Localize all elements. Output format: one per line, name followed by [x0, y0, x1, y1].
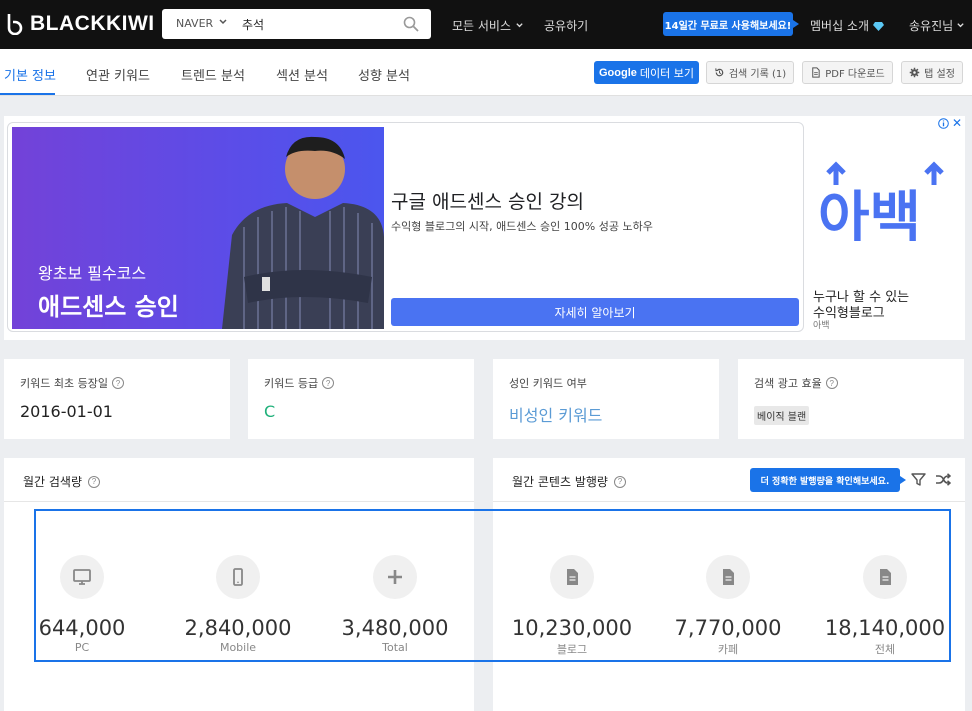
- ad-info-icon[interactable]: [938, 118, 949, 129]
- help-icon[interactable]: ?: [111, 377, 124, 389]
- tab-related-keywords[interactable]: 연관 키워드: [86, 65, 150, 84]
- ad-image-title: 애드센스 승인: [38, 293, 179, 321]
- user-menu[interactable]: 송유진님: [909, 17, 965, 34]
- ad-efficiency-badge: 베이직 블랜: [754, 406, 810, 425]
- card-search-ad-efficiency: 검색 광고 효율? 베이직 블랜: [738, 359, 964, 439]
- membership-link[interactable]: 멤버십 소개: [810, 17, 885, 34]
- pdf-download-button[interactable]: PDF 다운로드: [802, 61, 893, 84]
- ad-card[interactable]: 왕초보 필수코스 애드센스 승인 구글 애드센스 승인 강의 수익형 블로그의 …: [7, 122, 804, 332]
- search-source-select[interactable]: NAVER: [176, 17, 213, 30]
- google-data-label: 데이터 보기: [639, 66, 694, 80]
- user-name: 송유진님: [909, 19, 954, 33]
- ad-title[interactable]: 구글 애드센스 승인 강의: [391, 187, 584, 214]
- card-label: 검색 광고 효율: [754, 377, 822, 390]
- history-icon: [715, 68, 724, 77]
- chevron-down-icon: [957, 23, 964, 28]
- shuffle-icon[interactable]: [935, 472, 951, 487]
- chevron-down-icon: [516, 23, 523, 28]
- accurate-volume-hint[interactable]: 더 정확한 발행량을 확인해보세요.: [750, 468, 906, 492]
- help-icon[interactable]: ?: [322, 377, 335, 389]
- ad-learn-more-button[interactable]: 자세히 알아보기: [391, 298, 799, 326]
- top-bar: BLACKKIWI NAVER 추석 모든 서비스 공유하기 14일간 무료로 …: [0, 0, 972, 49]
- first-appearance-value: 2016-01-01: [20, 402, 113, 421]
- free-trial-badge[interactable]: 14일간 무료로 사용해보세요!: [663, 12, 799, 36]
- panel-title: 월간 검색량: [23, 475, 83, 489]
- chevron-down-icon[interactable]: [218, 17, 228, 27]
- tab-bar: 기본 정보 연관 키워드 트렌드 분석 섹션 분석 성향 분석 Google 데…: [0, 49, 972, 96]
- search-history-label: 검색 기록 (1): [728, 69, 787, 80]
- card-label: 키워드 최초 등장일: [20, 377, 108, 390]
- membership-label: 멤버십 소개: [810, 19, 870, 33]
- selection-highlight-frame: [34, 509, 951, 662]
- logo[interactable]: BLACKKIWI: [6, 12, 155, 36]
- search-bar: NAVER 추석: [162, 9, 431, 39]
- all-services-menu[interactable]: 모든 서비스: [452, 17, 524, 34]
- card-keyword-grade: 키워드 등급? C: [248, 359, 474, 439]
- search-history-button[interactable]: 검색 기록 (1): [706, 61, 794, 84]
- google-data-button[interactable]: Google 데이터 보기: [594, 61, 699, 84]
- tab-basic-info[interactable]: 기본 정보: [4, 65, 56, 84]
- panel-title: 월간 콘텐츠 발행량: [512, 475, 608, 489]
- logo-icon: [7, 14, 23, 35]
- ad-description: 수익형 블로그의 시작, 애드센스 승인 100% 성공 노하우: [391, 220, 653, 233]
- card-adult-keyword: 성인 키워드 여부 비성인 키워드: [493, 359, 719, 439]
- card-label: 성인 키워드 여부: [509, 377, 587, 390]
- search-icon[interactable]: [403, 16, 419, 32]
- ad-side-logo-text: 아백: [818, 186, 921, 241]
- ad-side-source: 아백: [813, 321, 830, 331]
- all-services-label: 모든 서비스: [452, 19, 512, 33]
- keyword-grade-value: C: [264, 402, 276, 421]
- ad-banner[interactable]: 왕초보 필수코스 애드센스 승인 구글 애드센스 승인 강의 수익형 블로그의 …: [4, 116, 965, 340]
- adult-keyword-value: 비성인 키워드: [509, 406, 603, 425]
- gear-icon: [909, 67, 920, 78]
- ad-image[interactable]: 왕초보 필수코스 애드센스 승인: [12, 127, 384, 329]
- pdf-download-label: PDF 다운로드: [825, 69, 885, 80]
- tab-tendency-analysis[interactable]: 성향 분석: [358, 65, 410, 84]
- card-label: 키워드 등급: [264, 377, 319, 390]
- help-icon[interactable]: ?: [613, 475, 626, 488]
- tab-section-analysis[interactable]: 섹션 분석: [276, 65, 328, 84]
- tab-trend-analysis[interactable]: 트렌드 분석: [181, 65, 245, 84]
- ad-image-subtitle: 왕초보 필수코스: [38, 264, 147, 283]
- logo-text: BLACKKIWI: [30, 12, 155, 35]
- card-first-appearance: 키워드 최초 등장일? 2016-01-01: [4, 359, 230, 439]
- search-input[interactable]: 추석: [242, 16, 264, 33]
- diamond-icon: [873, 21, 885, 31]
- ad-side-logo[interactable]: 아백: [816, 161, 956, 241]
- file-icon: [812, 67, 820, 78]
- help-icon[interactable]: ?: [825, 377, 838, 389]
- filter-icon[interactable]: [911, 472, 926, 487]
- share-link[interactable]: 공유하기: [544, 17, 588, 34]
- tab-settings-button[interactable]: 탭 설정: [901, 61, 963, 84]
- tab-settings-label: 탭 설정: [924, 69, 955, 80]
- ad-close-icon[interactable]: ✕: [952, 116, 962, 130]
- google-label: Google: [599, 66, 637, 79]
- help-icon[interactable]: ?: [88, 475, 101, 488]
- active-tab-indicator: [0, 93, 55, 95]
